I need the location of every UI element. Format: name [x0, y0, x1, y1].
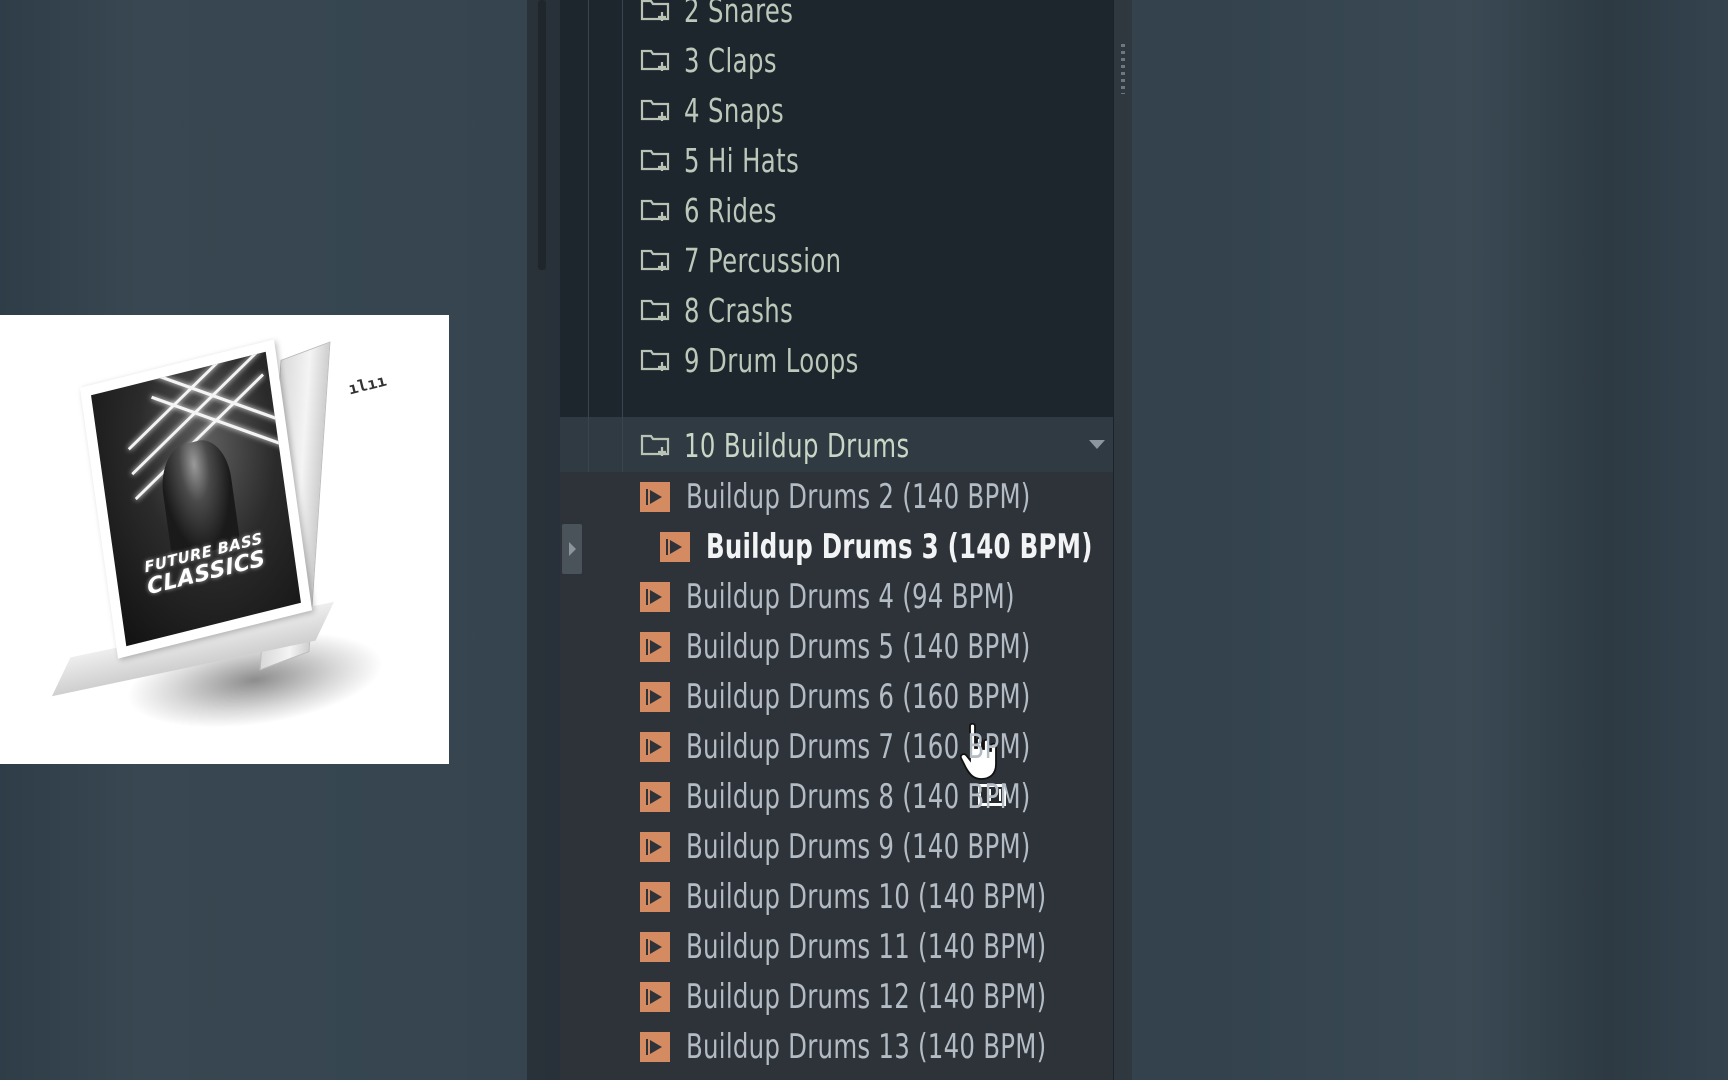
file-item[interactable]: Buildup Drums 4 (94 BPM)	[640, 573, 1097, 621]
product-pack-image: FUTURE BASS CLASSICS ılıı	[0, 315, 449, 764]
file-label: Buildup Drums 11 (140 BPM)	[686, 927, 1047, 967]
audio-file-icon	[640, 982, 670, 1012]
audio-file-icon	[640, 832, 670, 862]
file-item[interactable]: Buildup Drums 12 (140 BPM)	[640, 973, 1137, 1021]
folder-item[interactable]: 4 Snaps	[640, 84, 806, 136]
audio-file-icon	[660, 532, 690, 562]
file-label: Buildup Drums 10 (140 BPM)	[686, 877, 1047, 917]
folder-label: 6 Rides	[684, 190, 777, 230]
folder-item[interactable]: 5 Hi Hats	[640, 134, 824, 186]
folder-label: 5 Hi Hats	[684, 140, 800, 180]
folder-icon	[640, 0, 670, 21]
folder-item[interactable]: 3 Claps	[640, 34, 797, 86]
file-label: Buildup Drums 13 (140 BPM)	[686, 1027, 1047, 1067]
file-item[interactable]: Buildup Drums 7 (160 BPM)	[640, 723, 1117, 771]
folder-label: 4 Snaps	[684, 90, 785, 130]
file-label: Buildup Drums 7 (160 BPM)	[686, 727, 1031, 767]
folder-label: 9 Drum Loops	[684, 340, 859, 380]
box-cover: FUTURE BASS CLASSICS	[79, 339, 313, 659]
neon-stripe	[147, 370, 284, 423]
folder-icon	[640, 99, 670, 121]
folder-label: 7 Percussion	[684, 240, 842, 280]
file-label: Buildup Drums 2 (140 BPM)	[686, 477, 1031, 517]
desktop-background: FUTURE BASS CLASSICS ılıı 2 Snares 3 Clap…	[0, 0, 1728, 1080]
folder-item[interactable]: 9 Drum Loops	[640, 334, 897, 386]
file-item[interactable]: Buildup Drums 13 (140 BPM)	[640, 1023, 1137, 1071]
folder-item[interactable]: 10 Buildup Drums	[640, 419, 959, 471]
audio-file-icon	[640, 482, 670, 512]
neon-stripe	[150, 395, 287, 448]
tree-guide-line	[588, 0, 589, 472]
folder-label: 2 Snares	[684, 0, 794, 30]
folder-item[interactable]: 2 Snares	[640, 0, 817, 36]
file-label: Buildup Drums 12 (140 BPM)	[686, 977, 1047, 1017]
audio-file-icon	[640, 632, 670, 662]
file-label: Buildup Drums 3 (140 BPM)	[706, 527, 1093, 567]
folder-item[interactable]: 8 Crashs	[640, 284, 817, 336]
file-label: Buildup Drums 9 (140 BPM)	[686, 827, 1031, 867]
audio-file-icon	[640, 682, 670, 712]
folder-icon	[640, 299, 670, 321]
audio-file-icon	[640, 1032, 670, 1062]
brand-logo-icon: ılıı	[346, 370, 389, 399]
folder-label: 3 Claps	[684, 40, 777, 80]
resize-grip-icon[interactable]	[1121, 44, 1125, 94]
audio-file-icon	[640, 882, 670, 912]
file-item[interactable]: Buildup Drums 8 (140 BPM)	[640, 773, 1117, 821]
audio-file-icon	[640, 932, 670, 962]
folder-icon	[640, 149, 670, 171]
audio-file-icon	[640, 582, 670, 612]
file-item[interactable]: Buildup Drums 2 (140 BPM)	[640, 473, 1117, 521]
file-item[interactable]: Buildup Drums 5 (140 BPM)	[640, 623, 1117, 671]
folder-item[interactable]: 7 Percussion	[640, 234, 876, 286]
file-item[interactable]: Buildup Drums 3 (140 BPM)	[660, 523, 1189, 571]
scrollbar[interactable]	[538, 0, 546, 270]
folder-icon	[640, 199, 670, 221]
cover-art: FUTURE BASS CLASSICS	[91, 351, 301, 647]
folder-icon	[640, 49, 670, 71]
audio-file-icon	[640, 782, 670, 812]
audio-file-icon	[640, 732, 670, 762]
folder-label: 10 Buildup Drums	[684, 425, 910, 465]
file-label: Buildup Drums 8 (140 BPM)	[686, 777, 1031, 817]
expand-caret-icon[interactable]	[1089, 440, 1105, 449]
folder-icon	[640, 434, 670, 456]
file-label: Buildup Drums 6 (160 BPM)	[686, 677, 1031, 717]
file-item[interactable]: Buildup Drums 11 (140 BPM)	[640, 923, 1137, 971]
file-label: Buildup Drums 4 (94 BPM)	[686, 577, 1015, 617]
collapse-panel-tab[interactable]	[562, 524, 582, 574]
file-label: Buildup Drums 5 (140 BPM)	[686, 627, 1031, 667]
folder-item[interactable]: 6 Rides	[640, 184, 797, 236]
folder-label: 8 Crashs	[684, 290, 794, 330]
folder-icon	[640, 349, 670, 371]
folder-icon	[640, 249, 670, 271]
file-item[interactable]: Buildup Drums 6 (160 BPM)	[640, 673, 1117, 721]
file-item[interactable]: Buildup Drums 9 (140 BPM)	[640, 823, 1117, 871]
file-item[interactable]: Buildup Drums 10 (140 BPM)	[640, 873, 1137, 921]
tree-guide-line	[622, 0, 623, 472]
